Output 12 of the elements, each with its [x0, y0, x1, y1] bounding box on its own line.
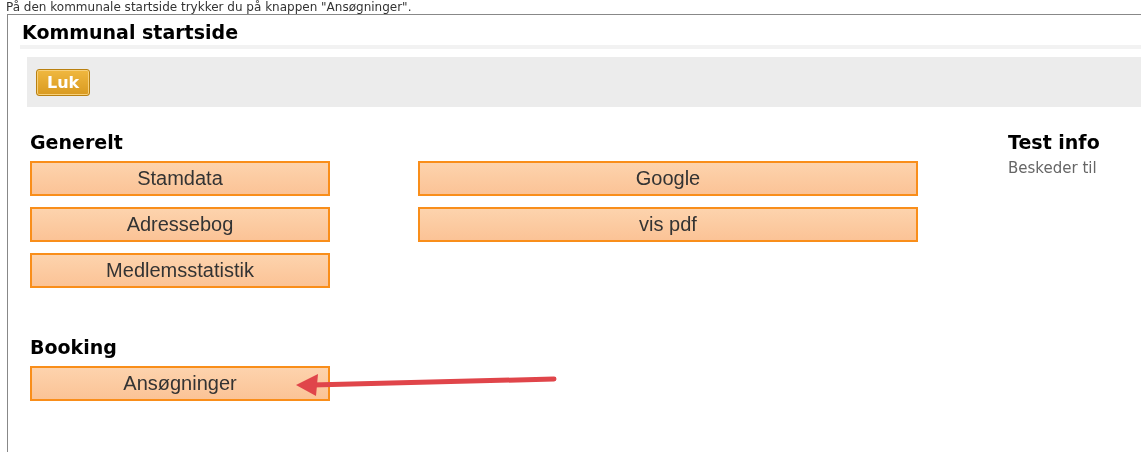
menu-button[interactable]: Stamdata — [30, 161, 330, 196]
section-heading: Generelt — [30, 131, 124, 153]
section-heading: Booking — [30, 336, 118, 358]
menu-button[interactable]: Medlemsstatistik — [30, 253, 330, 288]
menu-button[interactable]: Adressebog — [30, 207, 330, 242]
window-title: Kommunal startside — [22, 20, 238, 43]
menu-button[interactable]: vis pdf — [418, 207, 918, 242]
panel-text: Beskeder til — [1008, 159, 1098, 177]
menu-button[interactable]: Google — [418, 161, 918, 196]
menu-button[interactable]: Ansøgninger — [30, 366, 330, 401]
instruction-text: På den kommunale startside trykker du på knappen "Ansøgninger". — [5, 0, 413, 14]
panel-heading: Test info — [1008, 131, 1100, 153]
